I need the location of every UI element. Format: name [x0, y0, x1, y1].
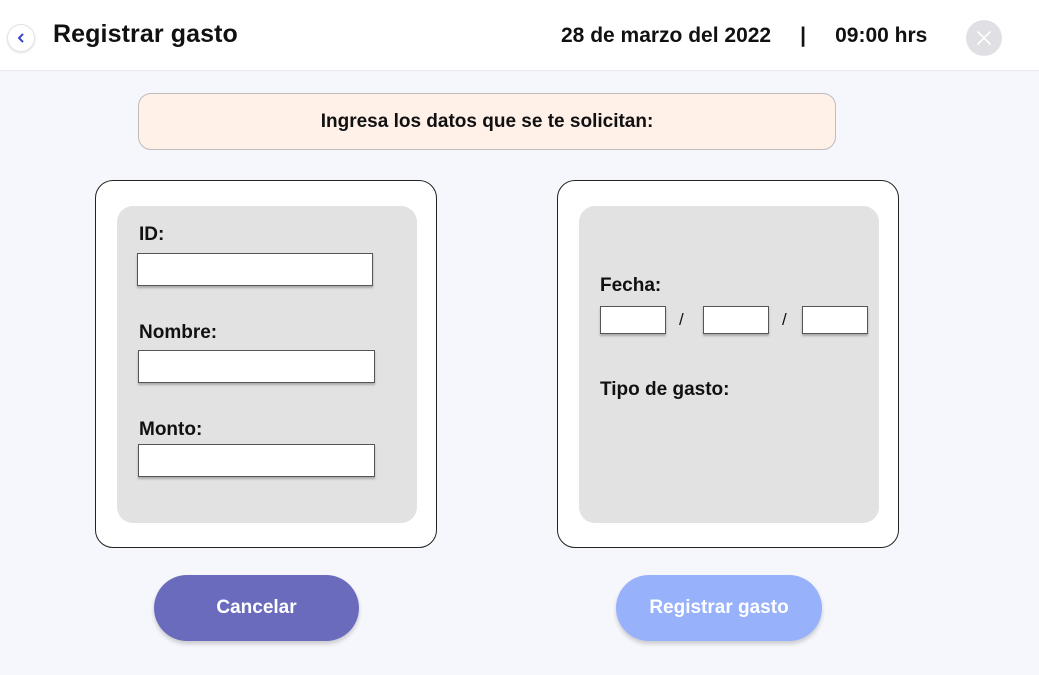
top-bar: Registrar gasto 28 de marzo del 2022 | 09:… — [0, 0, 1039, 71]
expense-details-card: ID: Nombre: Monto: — [95, 180, 437, 548]
date-separator: / — [679, 310, 684, 329]
register-expense-button[interactable]: Registrar gasto — [616, 575, 822, 641]
instructions-banner: Ingresa los datos que se te solicitan: — [138, 93, 836, 150]
id-input[interactable] — [137, 253, 373, 286]
date-time: 28 de marzo del 2022 | 09:00 hrs — [561, 24, 927, 48]
expense-type-label: Tipo de gasto: — [600, 379, 730, 400]
name-label: Nombre: — [139, 322, 218, 343]
current-time: 09:00 hrs — [835, 24, 928, 47]
cancel-button[interactable]: Cancelar — [154, 575, 359, 641]
date-day-input[interactable] — [600, 306, 666, 334]
chevron-left-icon — [18, 33, 24, 43]
expense-details-panel: ID: Nombre: Monto: — [117, 206, 417, 523]
date-month-input[interactable] — [703, 306, 769, 334]
current-date: 28 de marzo del 2022 — [561, 24, 772, 47]
expense-date-type-card: Fecha: / / Tipo de gasto: — [557, 180, 899, 548]
close-icon — [977, 31, 991, 45]
name-input[interactable] — [138, 350, 375, 383]
date-label: Fecha: — [600, 275, 662, 296]
amount-input[interactable] — [138, 444, 375, 477]
page-title: Registrar gasto — [53, 20, 238, 48]
date-separator: / — [782, 310, 787, 329]
amount-label: Monto: — [139, 419, 203, 440]
id-label: ID: — [139, 224, 165, 245]
back-button[interactable] — [7, 24, 35, 52]
date-time-separator: | — [800, 24, 807, 47]
date-year-input[interactable] — [802, 306, 868, 334]
close-button[interactable] — [966, 20, 1002, 56]
expense-date-type-panel: Fecha: / / Tipo de gasto: — [579, 206, 879, 523]
